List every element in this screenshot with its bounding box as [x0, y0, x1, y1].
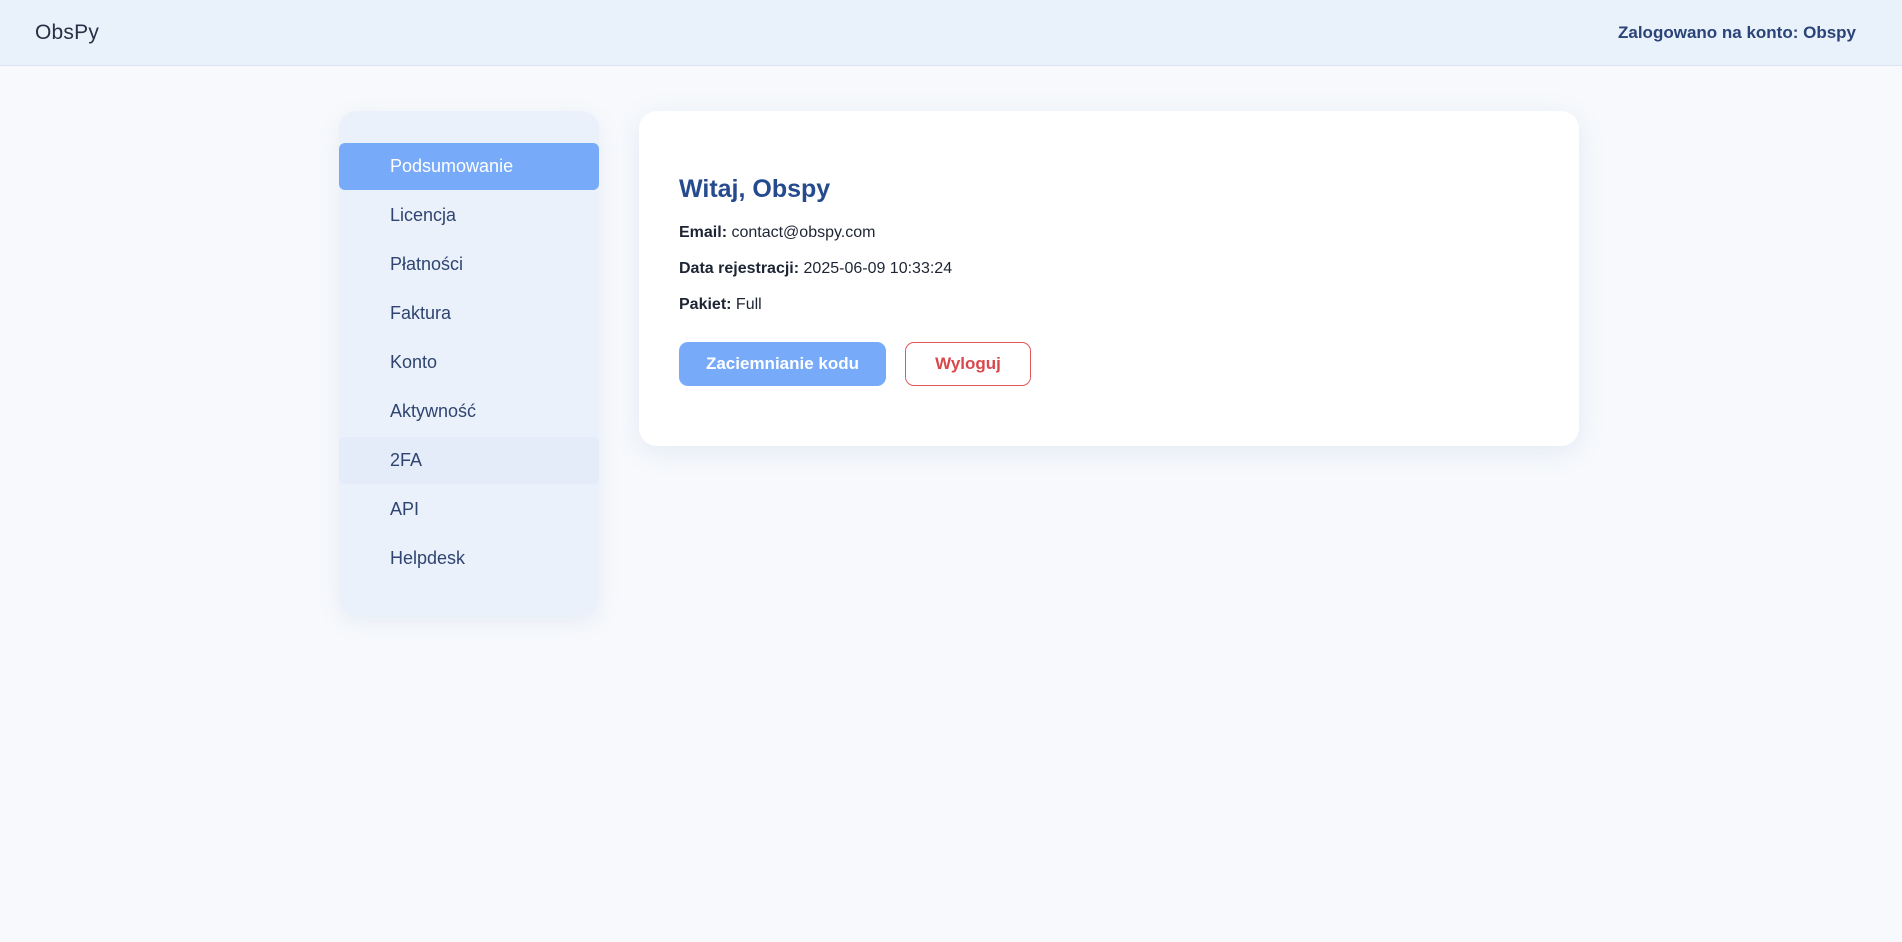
sidebar-item-faktura[interactable]: Faktura: [339, 290, 599, 337]
sidebar-nav: Podsumowanie Licencja Płatności Faktura …: [339, 111, 599, 616]
email-value: contact@obspy.com: [731, 224, 876, 241]
logout-button[interactable]: Wyloguj: [905, 342, 1031, 386]
sidebar-item-licencja[interactable]: Licencja: [339, 192, 599, 239]
email-label: Email:: [679, 224, 728, 241]
account-status: Zalogowano na konto: Obspy: [1618, 22, 1856, 42]
obfuscate-code-button[interactable]: Zaciemnianie kodu: [679, 342, 886, 386]
sidebar-item-podsumowanie[interactable]: Podsumowanie: [339, 143, 599, 190]
email-row: Email: contact@obspy.com: [679, 224, 1539, 242]
registration-value: 2025-06-09 10:33:24: [803, 260, 953, 277]
action-buttons: Zaciemnianie kodu Wyloguj: [679, 342, 1539, 386]
package-row: Pakiet: Full: [679, 296, 1539, 314]
sidebar-item-api[interactable]: API: [339, 486, 599, 533]
brand-logo-text[interactable]: ObsPy: [35, 21, 99, 45]
sidebar-item-platnosci[interactable]: Płatności: [339, 241, 599, 288]
registration-label: Data rejestracji:: [679, 260, 800, 277]
registration-row: Data rejestracji: 2025-06-09 10:33:24: [679, 260, 1539, 278]
top-bar: ObsPy Zalogowano na konto: Obspy: [0, 0, 1902, 66]
sidebar-item-aktywnosc[interactable]: Aktywność: [339, 388, 599, 435]
package-value: Full: [735, 296, 762, 313]
greeting-title: Witaj, Obspy: [679, 175, 831, 203]
sidebar-item-konto[interactable]: Konto: [339, 339, 599, 386]
package-label: Pakiet:: [679, 296, 732, 313]
summary-card: Witaj, Obspy Email: contact@obspy.com Da…: [639, 111, 1579, 446]
sidebar-item-2fa[interactable]: 2FA: [339, 437, 599, 484]
sidebar-item-helpdesk[interactable]: Helpdesk: [339, 535, 599, 582]
